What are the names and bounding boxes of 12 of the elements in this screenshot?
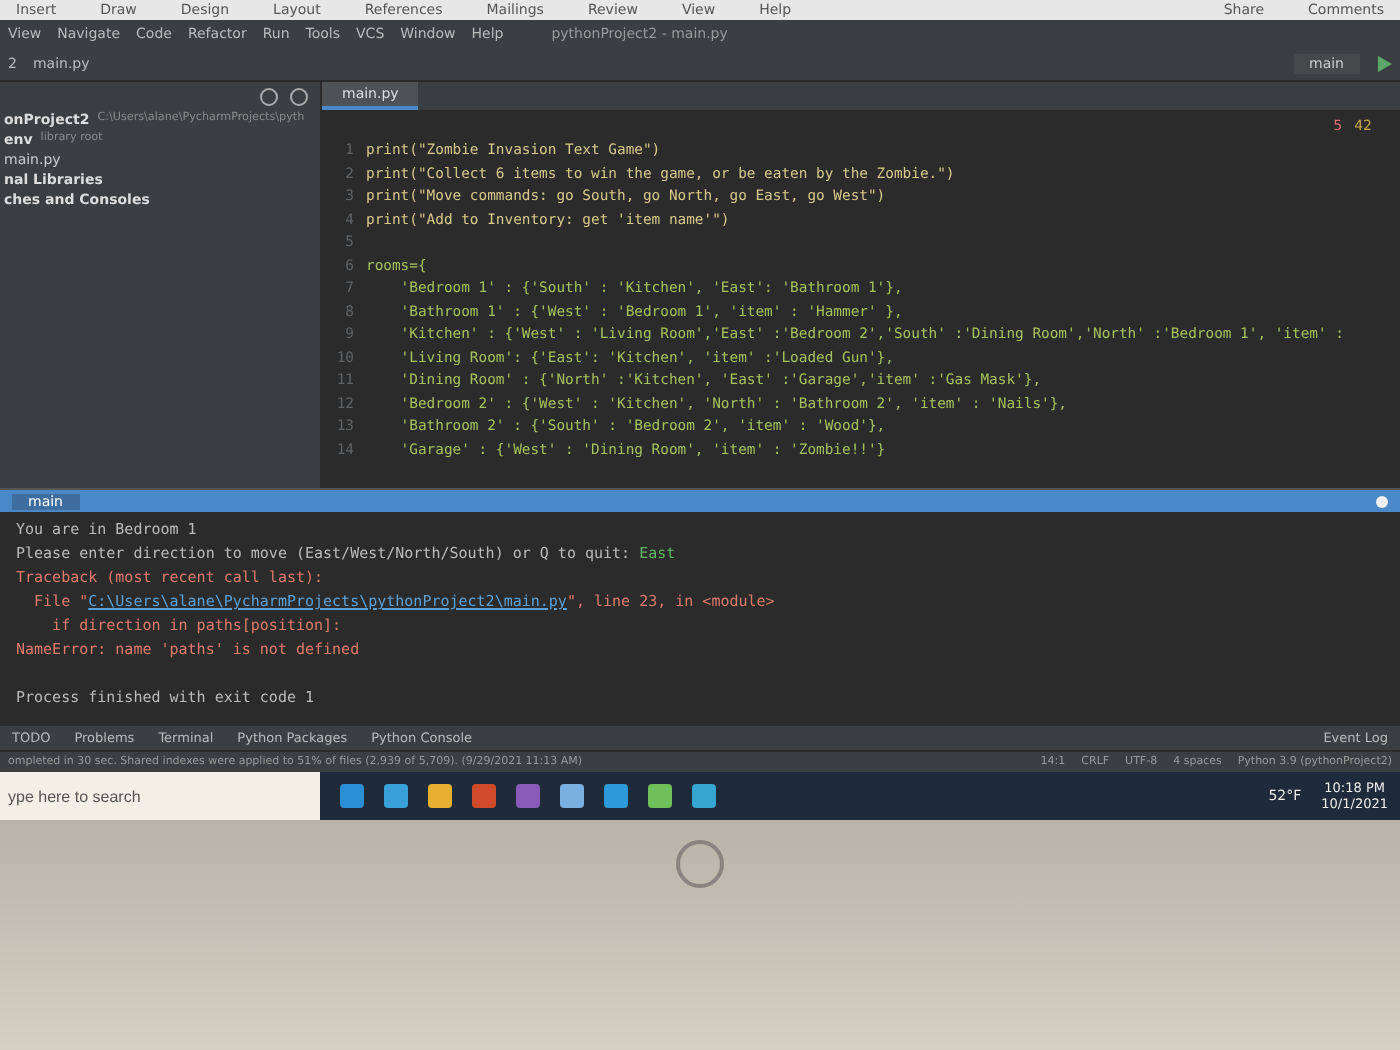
app-icon[interactable] — [384, 784, 408, 808]
app-icon[interactable] — [340, 784, 364, 808]
app-icon[interactable] — [604, 784, 628, 808]
app-icon[interactable] — [648, 784, 672, 808]
run-icon[interactable] — [1376, 56, 1392, 72]
app-icon[interactable] — [560, 784, 584, 808]
search-field[interactable]: ype here to search — [0, 772, 320, 820]
app-icon[interactable] — [472, 784, 496, 808]
app-icon[interactable] — [428, 784, 452, 808]
app-icon[interactable] — [692, 784, 716, 808]
logo-icon — [676, 840, 724, 888]
app-icon[interactable] — [516, 784, 540, 808]
